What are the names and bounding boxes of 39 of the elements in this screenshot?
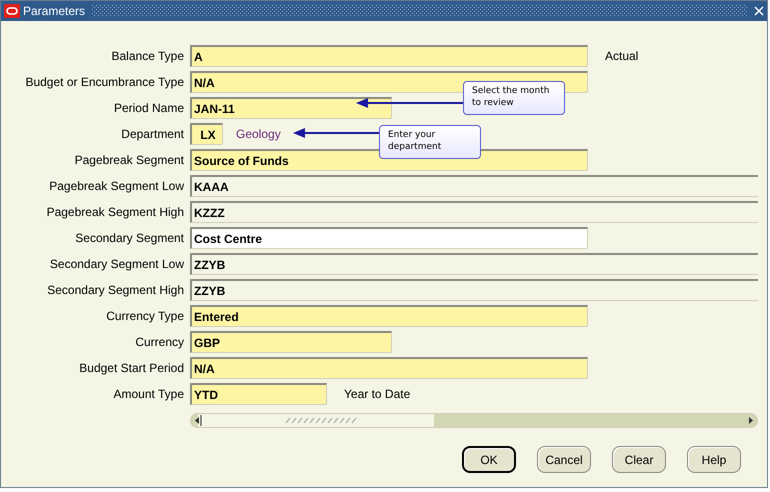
field-label: Pagebreak Segment High <box>46 205 184 219</box>
input-field[interactable]: A <box>190 45 588 67</box>
input-field[interactable]: KZZZ <box>190 201 758 223</box>
dialog-button[interactable]: Help <box>687 446 741 473</box>
field-label: Period Name <box>112 101 184 115</box>
window-title: Parameters <box>23 4 86 18</box>
callout-tooltip: Select the month to review <box>463 81 565 115</box>
input-field[interactable]: KAAA <box>190 175 758 197</box>
field-label: Secondary Segment Low <box>48 257 184 271</box>
field-label: Budget Start Period <box>78 361 184 375</box>
field-label: Pagebreak Segment Low <box>48 179 184 193</box>
field-label: Pagebreak Segment <box>74 153 184 167</box>
input-field[interactable]: ZZYB <box>190 253 758 275</box>
app-logo-icon <box>4 4 20 18</box>
dialog-button[interactable]: OK <box>462 446 516 473</box>
input-field[interactable]: ZZYB <box>190 279 758 301</box>
input-field[interactable]: LX <box>190 123 223 145</box>
field-label: Balance Type <box>110 49 184 63</box>
field-label: Currency Type <box>105 309 184 323</box>
field-label: Secondary Segment High <box>46 283 184 297</box>
dialog-button[interactable]: Cancel <box>537 446 591 473</box>
field-label: Secondary Segment <box>74 231 184 245</box>
input-field[interactable]: Entered <box>190 305 588 327</box>
input-field[interactable]: YTD <box>190 383 327 405</box>
field-description: Geology <box>236 127 281 141</box>
field-description: Year to Date <box>344 387 410 401</box>
input-field[interactable]: JAN-11 <box>190 97 392 119</box>
field-label: Currency <box>134 335 184 349</box>
field-label: Department <box>120 127 184 141</box>
field-label: Amount Type <box>112 387 184 401</box>
field-description: Actual <box>605 49 638 63</box>
input-field[interactable]: N/A <box>190 357 588 379</box>
close-icon[interactable] <box>754 6 764 16</box>
callout-tooltip: Enter your department <box>379 125 481 159</box>
input-field[interactable]: Cost Centre <box>190 227 588 249</box>
horizontal-scrollbar[interactable] <box>190 413 758 428</box>
input-field[interactable]: GBP <box>190 331 392 353</box>
dialog-button[interactable]: Clear <box>612 446 666 473</box>
field-label: Budget or Encumbrance Type <box>24 75 184 89</box>
